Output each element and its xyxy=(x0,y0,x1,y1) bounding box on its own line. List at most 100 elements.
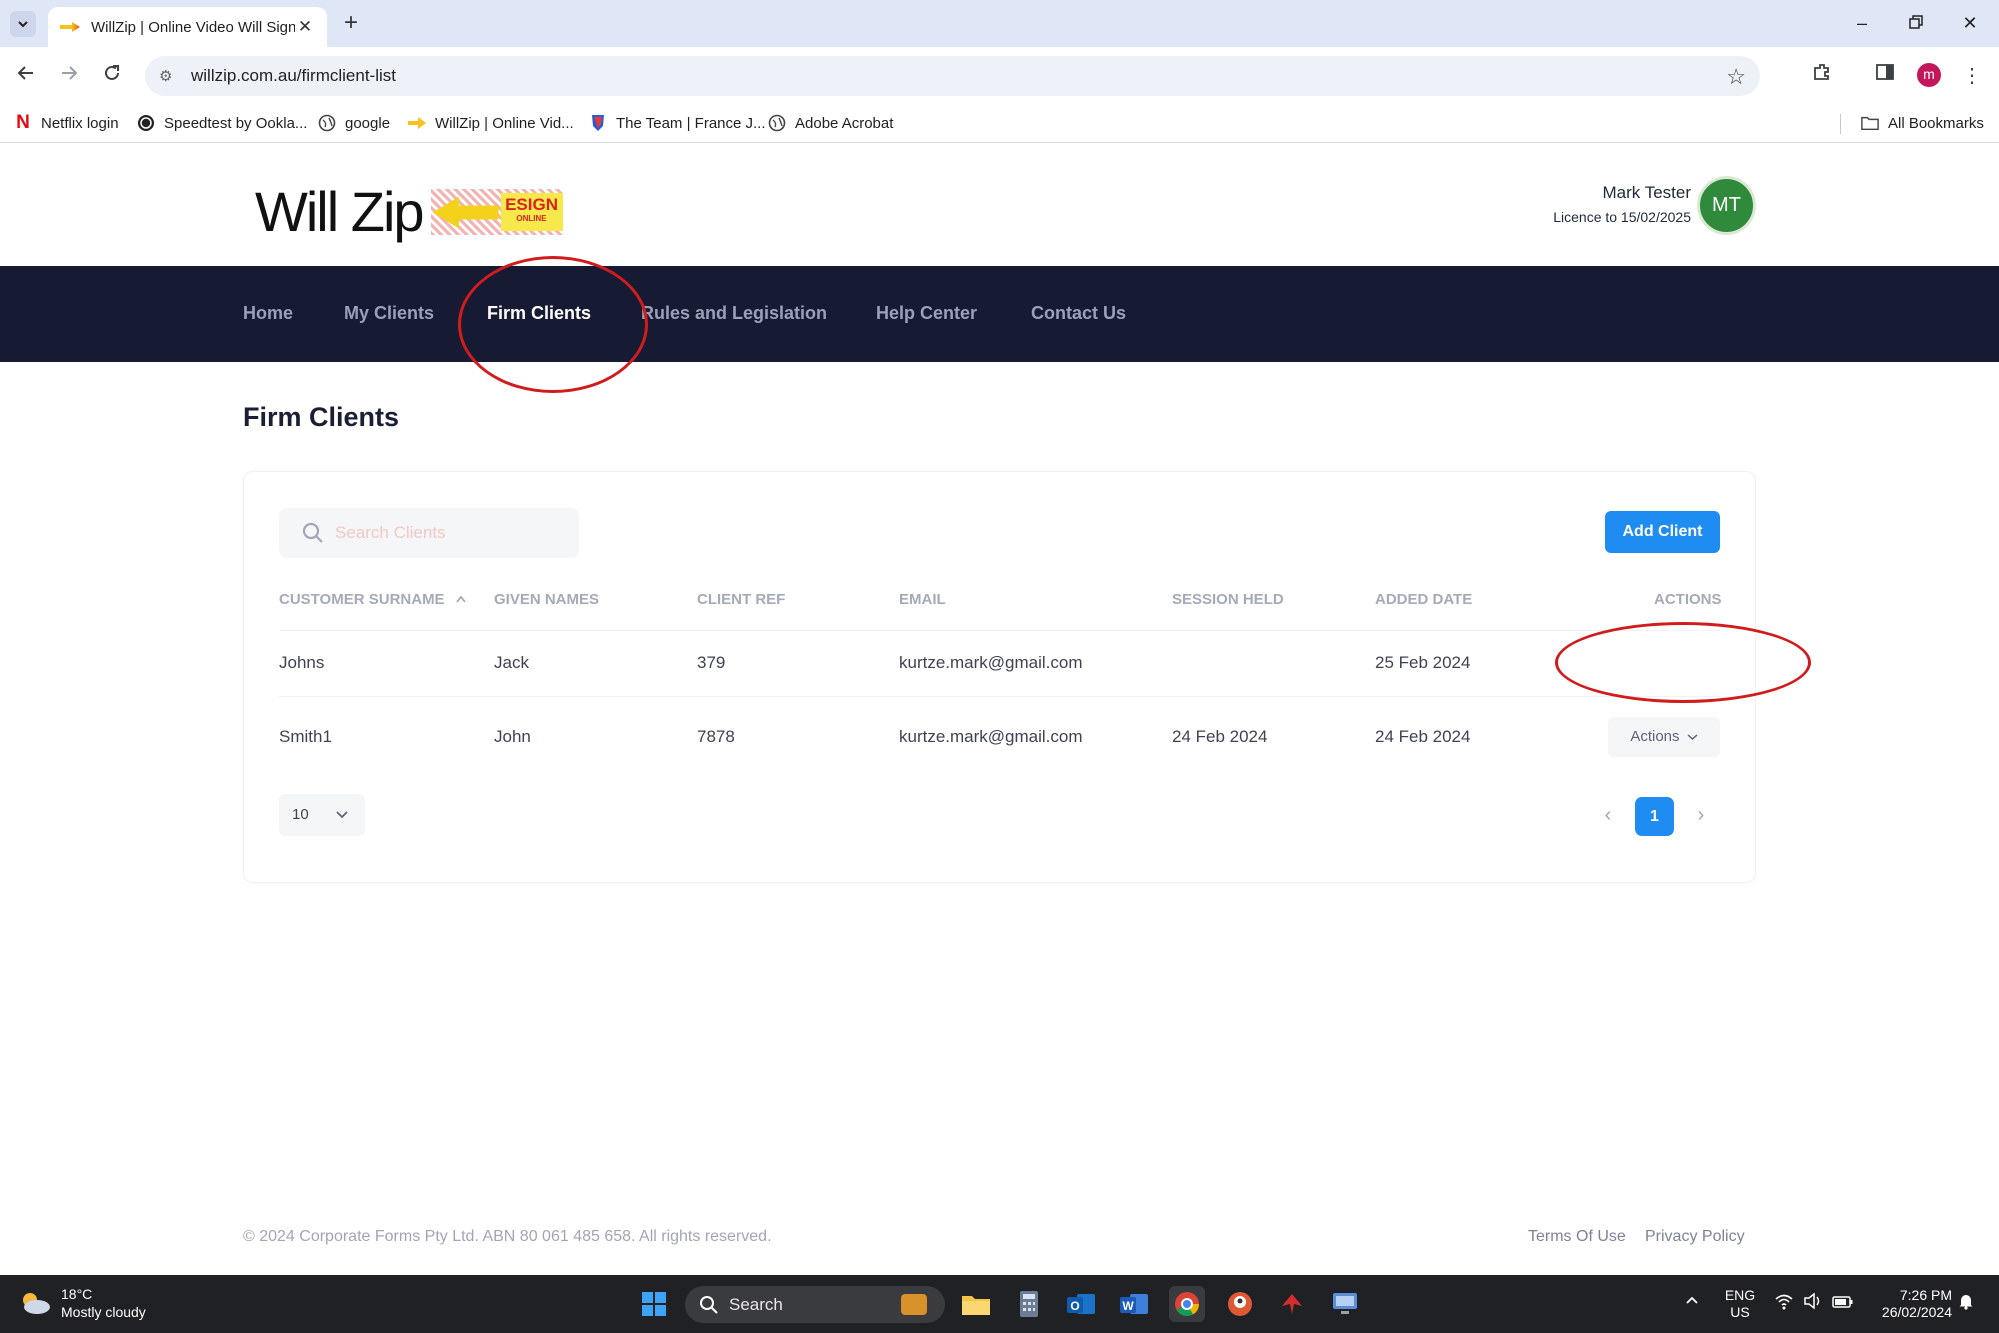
cell-surname: Smith1 xyxy=(279,727,332,746)
minimize-window-button[interactable]: – xyxy=(1842,8,1882,38)
bookmark-star-icon[interactable]: ☆ xyxy=(1726,64,1746,90)
back-button[interactable] xyxy=(11,61,41,91)
outlook-icon[interactable]: O xyxy=(1063,1286,1099,1322)
globe-icon xyxy=(318,114,336,132)
cell-added-date: 25 Feb 2024 xyxy=(1375,653,1471,672)
reload-button[interactable] xyxy=(97,61,127,91)
bookmark-willzip[interactable]: WillZip | Online Vid... xyxy=(408,114,574,132)
chrome-icon[interactable] xyxy=(1169,1286,1205,1322)
column-header-surname[interactable]: CUSTOMER SURNAME xyxy=(279,591,467,608)
windows-start-icon[interactable] xyxy=(636,1286,672,1322)
battery-icon[interactable] xyxy=(1832,1292,1854,1315)
bookmark-netflix[interactable]: N Netflix login xyxy=(14,112,118,133)
volume-icon[interactable] xyxy=(1803,1292,1823,1315)
extensions-icon[interactable] xyxy=(1806,60,1838,92)
show-hidden-icons-button[interactable] xyxy=(1684,1292,1700,1313)
globe-icon xyxy=(768,114,786,132)
column-header-session-held[interactable]: SESSION HELD xyxy=(1172,591,1284,608)
user-avatar[interactable]: MT xyxy=(1697,176,1756,235)
tab-title: WillZip | Online Video Will Sign xyxy=(91,18,295,36)
cell-given-names: Jack xyxy=(494,653,529,672)
all-bookmarks-button[interactable]: All Bookmarks xyxy=(1861,114,1984,132)
cell-surname: Johns xyxy=(279,653,325,672)
footer-terms-link[interactable]: Terms Of Use xyxy=(1528,1228,1626,1246)
column-header-actions: ACTIONS xyxy=(1654,591,1722,608)
language-indicator[interactable]: ENG US xyxy=(1722,1287,1758,1321)
address-bar[interactable]: ⚙ willzip.com.au/firmclient-list ☆ xyxy=(145,56,1760,96)
browser-tab-active[interactable]: WillZip | Online Video Will Sign ✕ xyxy=(48,7,327,47)
profile-avatar[interactable]: m xyxy=(1917,63,1941,87)
column-header-given-names[interactable]: GIVEN NAMES xyxy=(494,591,599,608)
nav-firm-clients[interactable]: Firm Clients xyxy=(487,303,591,324)
briefcase-icon xyxy=(901,1294,927,1315)
column-header-client-ref[interactable]: CLIENT REF xyxy=(697,591,785,608)
notification-bell-icon[interactable] xyxy=(1957,1292,1975,1315)
side-panel-icon[interactable] xyxy=(1869,60,1901,92)
weather-temperature: 18°C xyxy=(61,1286,93,1302)
footer-copyright: © 2024 Corporate Forms Pty Ltd. ABN 80 0… xyxy=(243,1228,772,1245)
weather-widget[interactable]: 18°C Mostly cloudy xyxy=(18,1285,146,1321)
word-icon[interactable]: W xyxy=(1116,1286,1152,1322)
logo-text: Will Zip xyxy=(255,180,425,243)
search-icon xyxy=(700,1295,718,1314)
willzip-logo[interactable]: Will Zip ESIGN ONLINE xyxy=(255,179,563,244)
bookmark-google[interactable]: google xyxy=(318,114,390,132)
duckduckgo-icon[interactable] xyxy=(1222,1286,1258,1322)
tab-search-dropdown-button[interactable] xyxy=(10,11,36,37)
nav-my-clients[interactable]: My Clients xyxy=(344,303,434,324)
search-clients-input[interactable] xyxy=(335,523,555,543)
main-navigation: Home My Clients Firm Clients Rules and L… xyxy=(0,266,1999,362)
bookmark-adobe-acrobat[interactable]: Adobe Acrobat xyxy=(768,114,893,132)
page-size-select[interactable]: 10 xyxy=(279,794,365,836)
taskbar-search[interactable]: Search xyxy=(685,1286,945,1323)
next-page-button[interactable]: › xyxy=(1688,802,1714,828)
esign-badge: ESIGN ONLINE xyxy=(430,188,563,235)
footer-privacy-link[interactable]: Privacy Policy xyxy=(1645,1228,1745,1246)
windows-taskbar: 18°C Mostly cloudy Search O W ENG US 7:2… xyxy=(0,1275,1999,1333)
forward-arrow-icon xyxy=(62,66,78,80)
browser-tab-bar: WillZip | Online Video Will Sign ✕ + – ✕ xyxy=(0,0,1999,47)
team-icon xyxy=(589,114,607,132)
restore-window-button[interactable] xyxy=(1896,8,1936,38)
chevron-down-icon xyxy=(336,811,348,819)
site-header: Will Zip ESIGN ONLINE Mark Tester Licenc… xyxy=(0,143,1999,266)
wifi-icon[interactable] xyxy=(1774,1292,1794,1315)
url-text: willzip.com.au/firmclient-list xyxy=(191,66,396,85)
file-explorer-icon[interactable] xyxy=(958,1286,994,1322)
clock[interactable]: 7:26 PM 26/02/2024 xyxy=(1866,1287,1952,1321)
actions-dropdown-button[interactable]: Actions xyxy=(1608,717,1720,757)
chrome-menu-icon[interactable]: ⋮ xyxy=(1956,60,1988,92)
site-settings-icon[interactable]: ⚙ xyxy=(159,67,179,85)
table-divider xyxy=(279,630,1720,631)
cell-email: kurtze.mark@gmail.com xyxy=(899,727,1083,746)
bookmark-speedtest[interactable]: Speedtest by Ookla... xyxy=(137,114,307,132)
column-header-email[interactable]: EMAIL xyxy=(899,591,946,608)
svg-text:W: W xyxy=(1122,1299,1134,1313)
remote-desktop-icon[interactable] xyxy=(1327,1286,1363,1322)
add-client-button[interactable]: Add Client xyxy=(1605,511,1720,553)
nav-contact-us[interactable]: Contact Us xyxy=(1031,303,1126,324)
bookmark-the-team[interactable]: The Team | France J... xyxy=(589,114,766,132)
arrow-left-icon xyxy=(432,196,499,229)
cloud-sun-icon xyxy=(23,1293,50,1314)
search-clients-box[interactable] xyxy=(279,508,579,558)
back-arrow-icon xyxy=(17,66,33,80)
nav-help-center[interactable]: Help Center xyxy=(876,303,977,324)
nav-rules-and-legislation[interactable]: Rules and Legislation xyxy=(641,303,827,324)
calculator-icon[interactable] xyxy=(1011,1286,1047,1322)
speedtest-icon xyxy=(137,114,155,132)
close-tab-icon[interactable]: ✕ xyxy=(295,17,315,37)
app-red-icon[interactable] xyxy=(1274,1286,1310,1322)
previous-page-button[interactable]: ‹ xyxy=(1595,802,1621,828)
column-header-added-date[interactable]: ADDED DATE xyxy=(1375,591,1472,608)
weather-condition: Mostly cloudy xyxy=(61,1304,146,1320)
page-1-button[interactable]: 1 xyxy=(1635,797,1674,836)
new-tab-button[interactable]: + xyxy=(338,10,364,36)
folder-icon xyxy=(1861,114,1879,132)
nav-home[interactable]: Home xyxy=(243,303,293,324)
reload-icon xyxy=(105,65,119,80)
cell-client-ref: 7878 xyxy=(697,727,735,746)
search-icon xyxy=(302,522,323,543)
forward-button[interactable] xyxy=(54,61,84,91)
close-window-button[interactable]: ✕ xyxy=(1950,8,1990,38)
